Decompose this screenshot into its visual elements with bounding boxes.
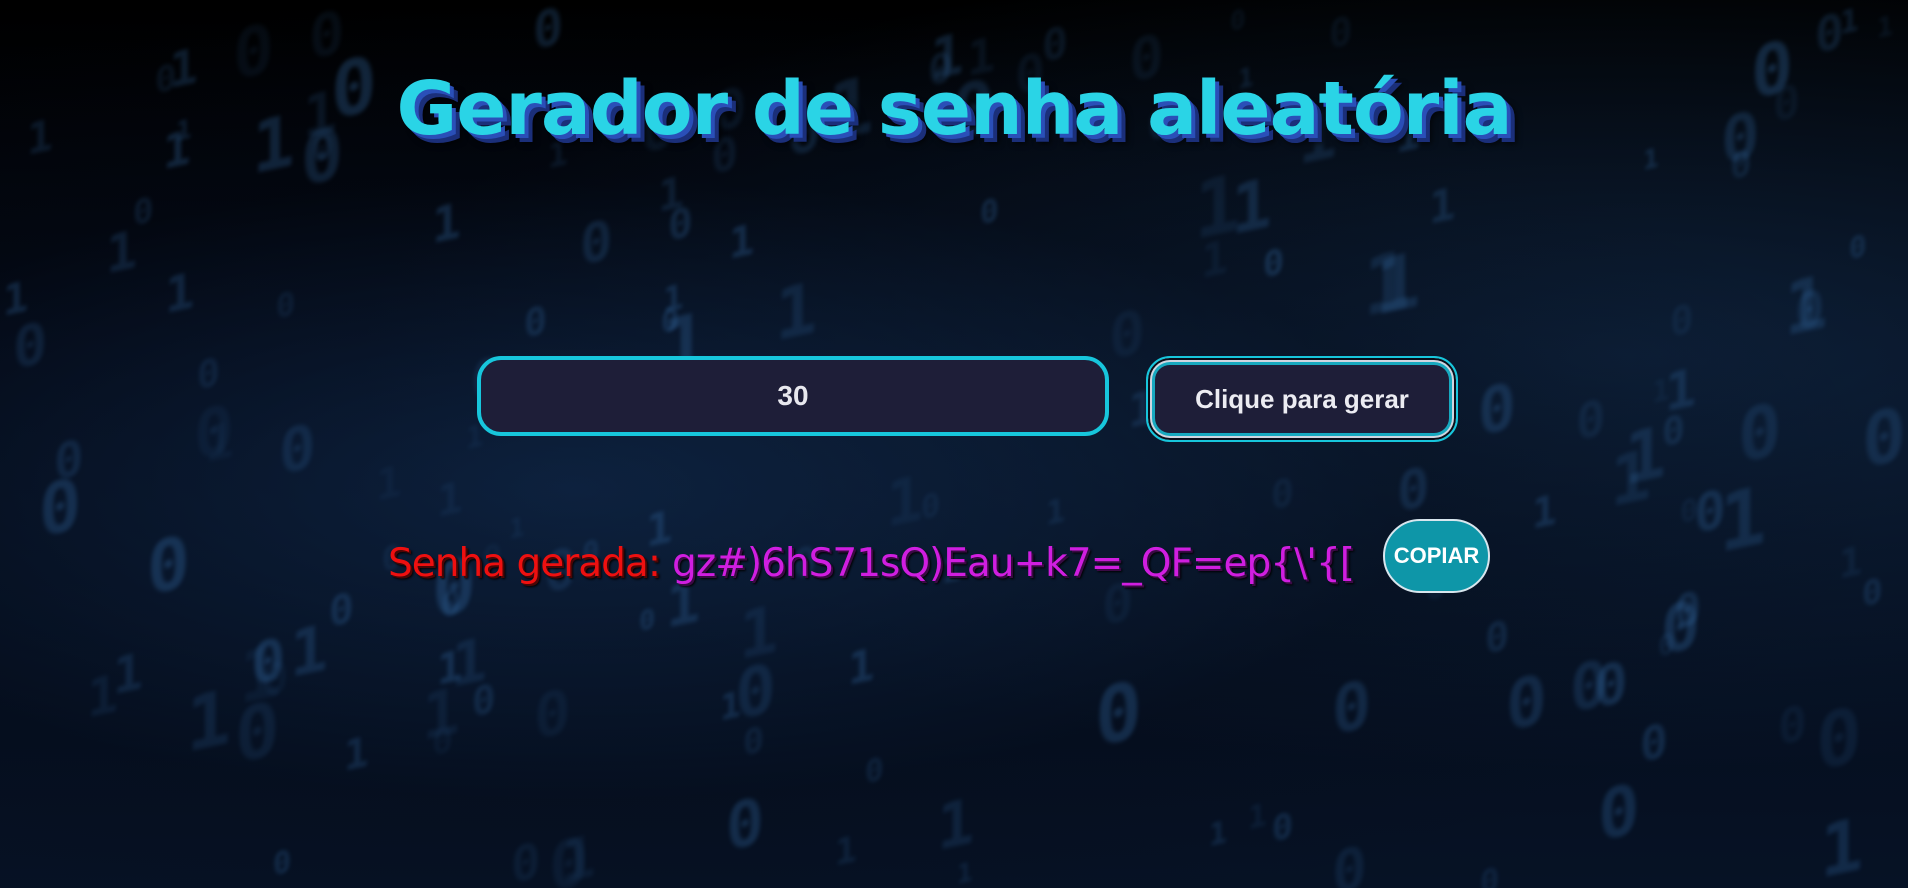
binary-digit-decoration: 1 — [344, 727, 369, 781]
binary-digit-decoration: 1 — [1248, 797, 1267, 837]
binary-digit-decoration: 1 — [87, 663, 119, 731]
binary-digit-decoration: 1 — [1429, 178, 1456, 235]
binary-digit-decoration: 1 — [1194, 158, 1241, 258]
binary-digit-decoration: 0 — [273, 844, 292, 883]
binary-digit-decoration: 1 — [1784, 259, 1828, 354]
binary-digit-decoration: 0 — [534, 675, 571, 754]
binary-digit-decoration: 0 — [1480, 859, 1500, 888]
binary-digit-decoration: 0 — [54, 428, 84, 493]
binary-digit-decoration: 0 — [309, 0, 345, 73]
binary-digit-decoration: 0 — [1230, 4, 1246, 38]
binary-digit-decoration: 0 — [1862, 391, 1906, 486]
binary-digit-decoration: 0 — [1661, 586, 1701, 671]
binary-digit-decoration: 1 — [658, 167, 684, 223]
binary-digit-decoration: 1 — [1046, 490, 1066, 534]
binary-digit-decoration: 1 — [848, 639, 875, 696]
generated-password-label: Senha gerada: — [388, 540, 661, 586]
binary-digit-decoration: 0 — [1263, 241, 1285, 287]
binary-digit-decoration: 1 — [290, 610, 328, 693]
binary-digit-decoration: 0 — [1271, 469, 1294, 519]
binary-digit-decoration: 0 — [1576, 388, 1606, 453]
binary-digit-decoration: 0 — [549, 821, 589, 888]
binary-digit-decoration: 1 — [1877, 10, 1894, 45]
binary-digit-decoration: 0 — [1478, 368, 1516, 451]
binary-digit-decoration: 0 — [1815, 2, 1844, 66]
binary-digit-decoration: 1 — [1665, 357, 1697, 425]
binary-digit-decoration: 0 — [533, 0, 564, 62]
binary-digit-decoration: 1 — [1363, 232, 1411, 336]
binary-digit-decoration: 1 — [1820, 801, 1864, 888]
binary-digit-decoration: 0 — [743, 719, 765, 765]
binary-digit-decoration: 0 — [865, 751, 884, 791]
generated-password-line: Senha gerada: gz#)6hS71sQ)Eau+k7=_QF=ep{… — [388, 536, 1355, 590]
binary-digit-decoration: 1 — [432, 192, 461, 256]
binary-digit-decoration: 1 — [186, 672, 232, 770]
binary-digit-decoration: 0 — [262, 651, 289, 708]
binary-digit-decoration: 0 — [921, 484, 941, 528]
binary-digit-decoration: 1 — [1624, 410, 1667, 502]
binary-digit-decoration: 1 — [957, 857, 973, 888]
binary-digit-decoration: 0 — [1738, 386, 1782, 480]
binary-digit-decoration: 0 — [1862, 570, 1883, 616]
binary-digit-decoration: 0 — [1570, 645, 1608, 728]
generate-button[interactable]: Clique para gerar — [1146, 356, 1458, 442]
binary-digit-decoration: 1 — [1652, 372, 1670, 410]
binary-digit-decoration: 0 — [1640, 713, 1668, 773]
binary-digit-decoration: 0 — [1485, 612, 1510, 664]
binary-digit-decoration: 0 — [147, 519, 190, 612]
binary-digit-decoration: 1 — [451, 624, 488, 702]
binary-digit-decoration: 0 — [1816, 689, 1862, 788]
binary-digit-decoration: 0 — [1329, 8, 1353, 59]
binary-digit-decoration: 0 — [1272, 805, 1294, 851]
generated-password-value: gz#)6hS71sQ)Eau+k7=_QF=ep{\'{[ — [671, 540, 1355, 586]
binary-digit-decoration: 0 — [329, 583, 354, 637]
binary-digit-decoration: 0 — [1109, 296, 1146, 374]
binary-digit-decoration: 0 — [276, 283, 296, 327]
binary-digit-decoration: 0 — [194, 389, 234, 476]
binary-digit-decoration: 0 — [1095, 665, 1142, 765]
copy-button[interactable]: COPIAR — [1383, 519, 1490, 593]
binary-digit-decoration: 1 — [3, 271, 29, 326]
binary-digit-decoration: 1 — [165, 261, 195, 326]
binary-digit-decoration: 1 — [835, 828, 857, 875]
binary-digit-decoration: 0 — [511, 831, 541, 888]
page-title: Gerador de senha aleatória — [396, 66, 1512, 152]
binary-digit-decoration: 0 — [1332, 832, 1367, 888]
binary-digit-decoration: 1 — [720, 684, 742, 730]
binary-digit-decoration: 0 — [726, 783, 764, 866]
binary-digit-decoration: 1 — [937, 784, 975, 865]
binary-digit-decoration: 0 — [1778, 694, 1807, 758]
binary-digit-decoration: 0 — [1849, 228, 1867, 266]
page-background: 0000010100010011010001000001110111111000… — [0, 0, 1908, 888]
binary-digit-decoration: 1 — [1839, 538, 1863, 589]
password-length-input[interactable] — [477, 356, 1109, 436]
binary-digit-decoration: 1 — [729, 214, 755, 269]
binary-digit-decoration: 1 — [886, 461, 924, 542]
binary-digit-decoration: 0 — [639, 603, 656, 638]
binary-digit-decoration: 1 — [437, 472, 463, 528]
binary-digit-decoration: 1 — [1532, 485, 1557, 539]
binary-digit-decoration: 1 — [376, 456, 402, 512]
binary-digit-decoration: 0 — [580, 207, 613, 278]
binary-digit-decoration: 0 — [279, 410, 316, 489]
binary-digit-decoration: 0 — [1397, 454, 1430, 525]
binary-digit-decoration: 0 — [1506, 659, 1547, 748]
binary-digit-decoration: 0 — [197, 349, 220, 399]
binary-digit-decoration: 0 — [1332, 666, 1372, 751]
binary-digit-decoration: 0 — [133, 189, 154, 235]
binary-digit-decoration: 0 — [1670, 296, 1694, 347]
binary-digit-decoration: 0 — [524, 297, 547, 347]
binary-digit-decoration: 0 — [1042, 17, 1068, 73]
binary-digit-decoration: 1 — [775, 266, 818, 358]
binary-digit-decoration: 1 — [1209, 815, 1228, 854]
binary-digit-decoration: 0 — [1598, 768, 1640, 858]
binary-digit-decoration: 0 — [1694, 478, 1726, 547]
binary-digit-decoration: 0 — [980, 192, 999, 232]
binary-digit-decoration: 1 — [1719, 468, 1767, 572]
